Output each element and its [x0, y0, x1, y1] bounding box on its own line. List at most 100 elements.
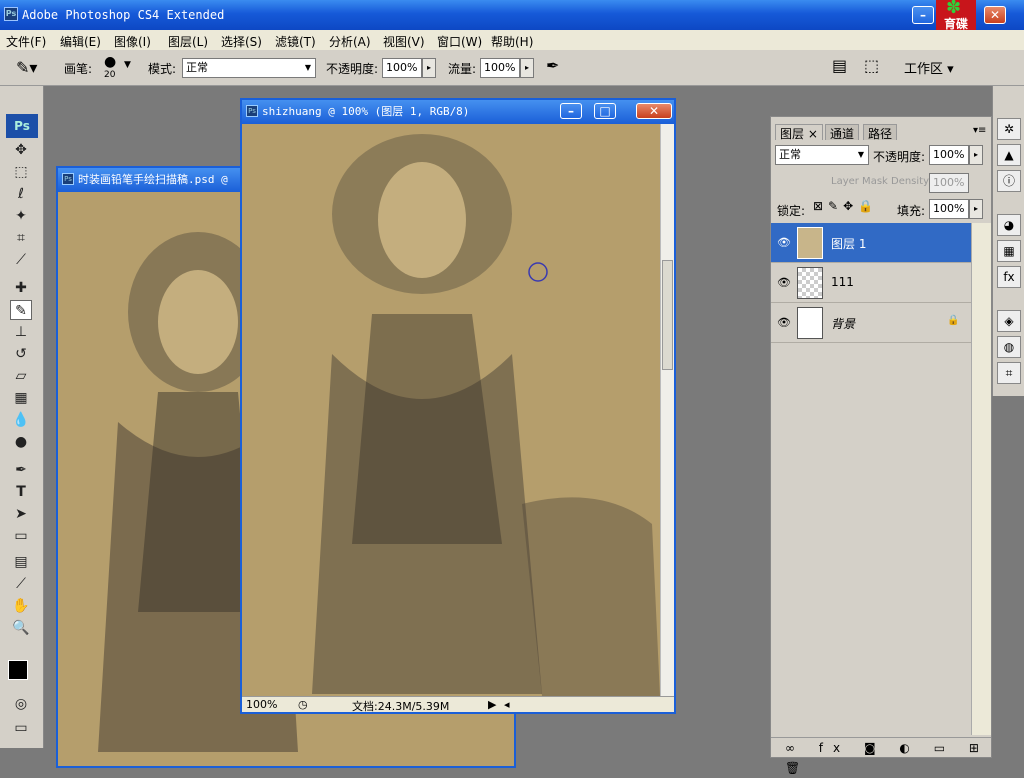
blend-mode-select[interactable]: 正常 ▼ [775, 145, 869, 165]
menu-view[interactable]: 视图(V) [383, 33, 425, 50]
flow-input[interactable]: 100% [480, 58, 520, 78]
brush-tip-icon[interactable]: ● [104, 54, 116, 70]
hand-tool-icon[interactable]: ✋ [10, 596, 32, 616]
toolbox: Ps ✥ ⬚ ℓ ✦ ⌗ ⟋ ✚ ✎ ⊥ ↺ ▱ ▦ 💧 ● ✒ T ➤ ▭ ▤… [0, 86, 44, 748]
flow-slider-button[interactable]: ▸ [520, 58, 534, 78]
layers-opacity-slider[interactable]: ▸ [969, 145, 983, 165]
layers-opacity-label: 不透明度: [873, 150, 926, 164]
type-tool-icon[interactable]: T [10, 482, 32, 502]
layers-panel: 图层 × 通道 路径 ▾≡ 正常 ▼ 不透明度: 100% ▸ Layer Mas… [770, 116, 992, 775]
workspace-menu[interactable]: 工作区 ▾ [904, 58, 954, 77]
document-vertical-scrollbar[interactable] [660, 124, 674, 696]
menu-analysis[interactable]: 分析(A) [329, 33, 371, 50]
foreground-color-swatch[interactable] [8, 660, 28, 680]
document-close-button[interactable]: ✕ [636, 103, 672, 119]
airbrush-icon[interactable]: ✒ [546, 56, 559, 75]
palette-well-icon[interactable]: ▤ [832, 56, 847, 75]
mode-label: 模式: [148, 62, 177, 76]
fill-slider[interactable]: ▸ [969, 199, 983, 219]
document-window-front[interactable]: shizhuang @ 100% (图层 1, RGB/8) Ps – □ ✕ … [240, 98, 676, 714]
eraser-icon[interactable]: ▱ [10, 366, 32, 386]
layers-scrollbar[interactable] [971, 223, 991, 735]
status-menu-arrow-icon[interactable]: ▶ [488, 698, 496, 711]
eyedropper-icon[interactable]: ⟋ [10, 250, 32, 270]
styles-icon[interactable]: fx [997, 266, 1021, 288]
path-select-icon[interactable]: ➤ [10, 504, 32, 524]
visibility-eye-icon[interactable]: 👁 [777, 236, 791, 249]
info-icon[interactable]: ⓘ [997, 170, 1021, 192]
paths-icon[interactable]: ⌗ [997, 362, 1021, 384]
status-info-icon[interactable]: ◷ [298, 698, 308, 711]
layer-name: 图层 1 [831, 237, 867, 251]
document-front-canvas[interactable] [242, 124, 660, 696]
panel-menu-icon[interactable]: ▾≡ [973, 125, 986, 136]
menu-filter[interactable]: 滤镜(T) [275, 33, 316, 50]
layer-row[interactable]: 👁 111 [771, 263, 971, 303]
layer-thumbnail [797, 227, 823, 259]
layers-opacity-input[interactable]: 100% [929, 145, 969, 165]
menu-window[interactable]: 窗口(W) [437, 33, 482, 50]
visibility-eye-icon[interactable]: 👁 [777, 316, 791, 329]
scroll-left-arrow-icon[interactable]: ◂ [504, 698, 510, 711]
magic-wand-icon[interactable]: ✦ [10, 206, 32, 226]
opacity-input[interactable]: 100% [382, 58, 422, 78]
layers-icon[interactable]: ◈ [997, 310, 1021, 332]
color-icon[interactable]: ◕ [997, 214, 1021, 236]
sketch-artwork-front [312, 134, 660, 696]
lock-options-icons[interactable]: ⊠✎✥🔒 [813, 199, 878, 213]
brush-preset-icon[interactable]: ✎▾ [16, 58, 37, 77]
clone-stamp-icon[interactable]: ⊥ [10, 322, 32, 342]
healing-brush-icon[interactable]: ✚ [10, 278, 32, 298]
layers-footer-buttons[interactable]: ∞ fx ◙ ◐ ▭ ⊞ 🗑 [771, 737, 991, 775]
layer-row[interactable]: 👁 图层 1 [771, 223, 971, 263]
menu-help[interactable]: 帮助(H) [491, 33, 533, 50]
vertical-scroll-thumb[interactable] [662, 260, 673, 370]
blur-icon[interactable]: 💧 [10, 410, 32, 430]
tool-preset-icon[interactable]: ⬚ [864, 56, 879, 75]
minimize-button[interactable]: – [912, 6, 934, 24]
fill-input[interactable]: 100% [929, 199, 969, 219]
document-minimize-button[interactable]: – [560, 103, 582, 119]
opacity-slider-button[interactable]: ▸ [422, 58, 436, 78]
visibility-eye-icon[interactable]: 👁 [777, 276, 791, 289]
histogram-icon[interactable]: ▲ [997, 144, 1021, 166]
layer-row[interactable]: 👁 背景 🔒 [771, 303, 971, 343]
zoom-level[interactable]: 100% [246, 698, 277, 711]
tab-paths[interactable]: 路径 [863, 124, 898, 141]
mode-select[interactable]: 正常 ▼ [182, 58, 316, 78]
panel-dock-strip: ✲ ▲ ⓘ ◕ ▦ fx ◈ ◍ ⌗ [992, 86, 1024, 396]
shape-tool-icon[interactable]: ▭ [10, 526, 32, 546]
notes-icon[interactable]: ▤ [10, 552, 32, 572]
channels-icon[interactable]: ◍ [997, 336, 1021, 358]
dodge-icon[interactable]: ● [10, 432, 32, 452]
tab-layers[interactable]: 图层 × [775, 124, 823, 141]
swatches-icon[interactable]: ▦ [997, 240, 1021, 262]
menu-edit[interactable]: 编辑(E) [60, 33, 101, 50]
zoom-tool-icon[interactable]: 🔍 [10, 618, 32, 638]
brush-dropdown-icon[interactable]: ▼ [124, 60, 131, 70]
history-brush-icon[interactable]: ↺ [10, 344, 32, 364]
screen-mode-icon[interactable]: ▭ [10, 718, 32, 738]
menu-image[interactable]: 图像(I) [114, 33, 151, 50]
crop-tool-icon[interactable]: ⌗ [10, 228, 32, 248]
lasso-tool-icon[interactable]: ℓ [10, 184, 32, 204]
menu-select[interactable]: 选择(S) [221, 33, 262, 50]
document-maximize-button[interactable]: □ [594, 103, 616, 119]
navigator-icon[interactable]: ✲ [997, 118, 1021, 140]
app-titlebar: Ps Adobe Photoshop CS4 Extended – ✕ [0, 0, 1024, 30]
document-size-info: 文档:24.3M/5.39M [352, 700, 450, 713]
layer-name: 背景 [831, 317, 856, 331]
move-tool-icon[interactable]: ✥ [10, 140, 32, 160]
pen-tool-icon[interactable]: ✒ [10, 460, 32, 480]
tab-channels[interactable]: 通道 [825, 124, 860, 141]
quick-mask-icon[interactable]: ◎ [10, 694, 32, 714]
brush-tool-icon[interactable]: ✎ [10, 300, 32, 320]
close-button[interactable]: ✕ [984, 6, 1006, 24]
marquee-tool-icon[interactable]: ⬚ [10, 162, 32, 182]
opacity-label: 不透明度: [326, 62, 379, 76]
menu-layer[interactable]: 图层(L) [168, 33, 208, 50]
gradient-icon[interactable]: ▦ [10, 388, 32, 408]
eyedropper-3d-icon[interactable]: ⟋ [10, 574, 32, 594]
menu-file[interactable]: 文件(F) [6, 33, 46, 50]
menu-bar: 文件(F) 编辑(E) 图像(I) 图层(L) 选择(S) 滤镜(T) 分析(A… [0, 30, 1024, 50]
